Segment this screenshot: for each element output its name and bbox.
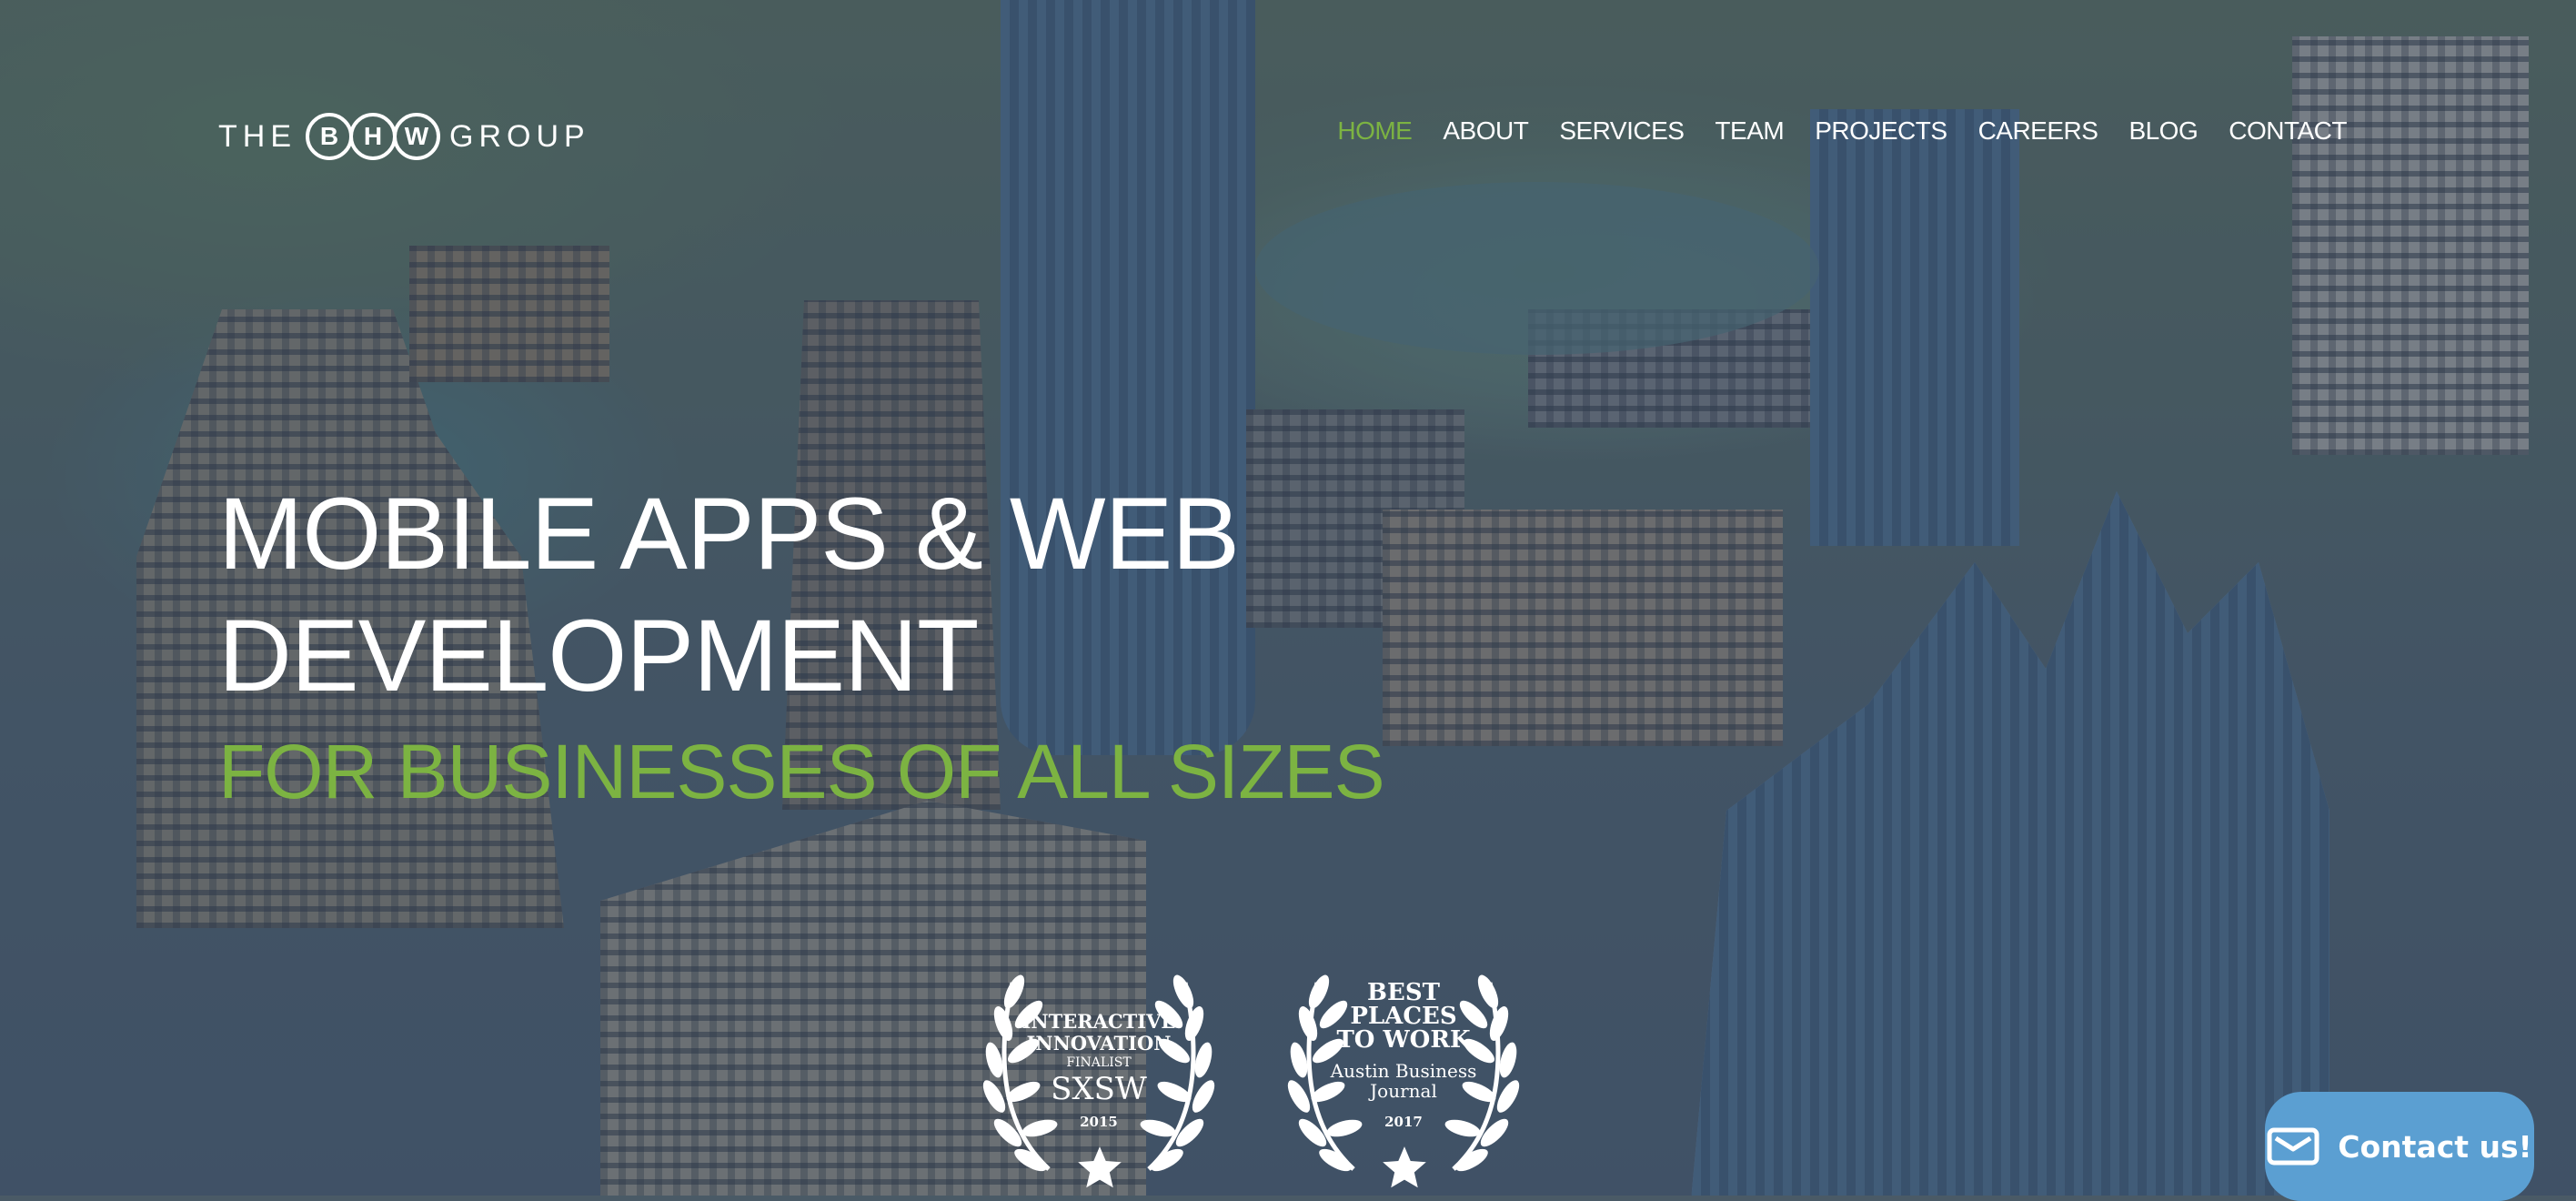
contact-us-label: Contact us! [2338, 1128, 2532, 1165]
award-line-3: FINALIST [1066, 1055, 1132, 1070]
hero-subheadline: FOR BUSINESSES OF ALL SIZES [218, 729, 1385, 814]
logo-letter-h: H [349, 113, 397, 160]
award-sxsw: INTERACTIVE INNOVATION FINALIST SXSW 201… [967, 964, 1231, 1192]
headline-line-2: DEVELOPMENT [218, 599, 979, 712]
nav-home[interactable]: HOME [1337, 116, 1413, 146]
star-icon [1078, 1146, 1122, 1188]
award-line-2: PLACES [1350, 1003, 1457, 1030]
contact-us-button[interactable]: Contact us! [2265, 1092, 2534, 1201]
nav-blog[interactable]: BLOG [2128, 116, 2198, 146]
main-nav: HOME ABOUT SERVICES TEAM PROJECTS CAREER… [1337, 116, 2347, 146]
award-line-1: INTERACTIVE [1021, 1010, 1176, 1033]
envelope-icon [2267, 1127, 2319, 1166]
award-year: 2017 [1384, 1114, 1423, 1130]
award-best-places-to-work: BEST PLACES TO WORK Austin Business Jour… [1272, 964, 1535, 1192]
nav-about[interactable]: ABOUT [1443, 116, 1528, 146]
hero-headline: MOBILE APPS & WEB DEVELOPMENT [218, 473, 1240, 717]
nav-projects[interactable]: PROJECTS [1815, 116, 1947, 146]
logo-letter-b: B [306, 113, 353, 160]
award-line-3: TO WORK [1336, 1026, 1471, 1054]
bhw-logo[interactable]: THE B H W GROUP [218, 109, 590, 164]
award-year: 2015 [1080, 1114, 1118, 1130]
star-icon [1383, 1146, 1426, 1188]
logo-letter-w: W [393, 113, 440, 160]
nav-services[interactable]: SERVICES [1559, 116, 1685, 146]
logo-suffix: GROUP [449, 118, 590, 154]
logo-prefix: THE [218, 118, 297, 154]
headline-line-1: MOBILE APPS & WEB [218, 477, 1240, 590]
award-line-1: BEST [1367, 979, 1440, 1006]
award-line-5: Journal [1370, 1080, 1437, 1102]
logo-circles: B H W [306, 113, 440, 160]
nav-contact[interactable]: CONTACT [2229, 116, 2347, 146]
award-line-2: INNOVATION [1026, 1032, 1172, 1055]
nav-team[interactable]: TEAM [1715, 116, 1784, 146]
award-line-4: SXSW [1051, 1071, 1147, 1107]
nav-careers[interactable]: CAREERS [1978, 116, 2098, 146]
award-line-4: Austin Business [1330, 1060, 1477, 1082]
